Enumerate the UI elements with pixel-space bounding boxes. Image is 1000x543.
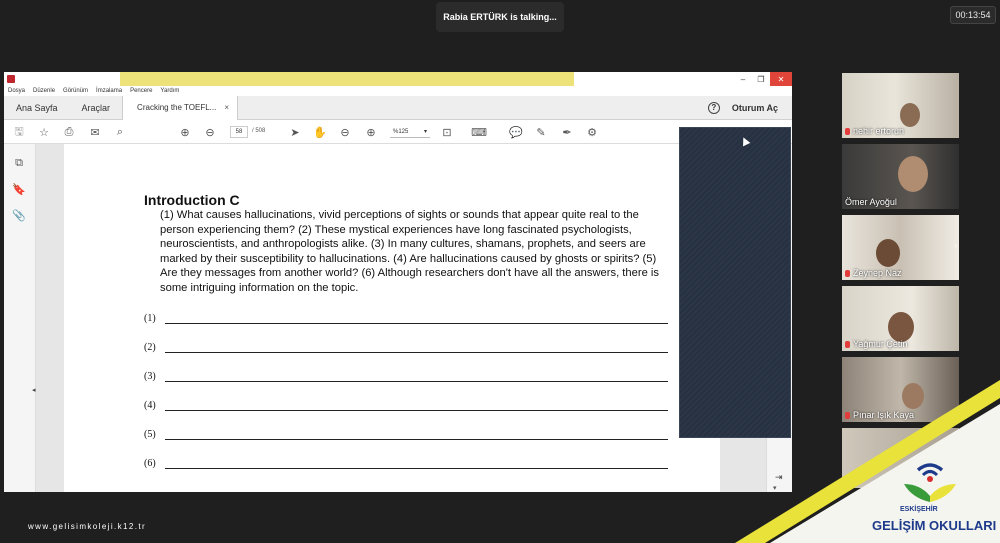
document-viewport[interactable]: Introduction C (1) What causes hallucina… (36, 144, 766, 492)
sign-in-button[interactable]: Oturum Aç (732, 103, 778, 113)
zoom-out-icon[interactable]: ⊖ (338, 125, 352, 139)
highlight-pen-icon[interactable]: ✎ (534, 125, 548, 139)
select-cursor-icon[interactable]: ➤ (288, 125, 302, 139)
menu-window[interactable]: Pencere (130, 88, 152, 94)
section-title: Introduction C (144, 192, 240, 208)
tab-bar: Ana Sayfa Araçlar Cracking the TOEFL... … (4, 95, 792, 120)
participant-name: Ömer Ayoğul (845, 197, 897, 207)
answer-number: (1) (144, 313, 156, 324)
mic-muted-icon (845, 340, 850, 348)
fit-page-icon[interactable]: ⊡ (440, 125, 454, 139)
window-titlebar: – ❐ ✕ (4, 72, 792, 86)
mic-muted-icon (845, 411, 850, 419)
participant-name: Yağmur Çetin (845, 339, 907, 349)
call-timer: 00:13:54 (950, 6, 996, 24)
participant-name: Zeynep Naz (845, 268, 902, 278)
participant-name: Pınar Işık Kaya (845, 410, 914, 420)
close-window-icon[interactable]: ✕ (770, 72, 792, 86)
logo-emblem-icon (904, 463, 956, 502)
close-tab-icon[interactable]: × (224, 103, 229, 112)
left-nav-panel: ⧉ 🔖 📎 ◂ (4, 144, 36, 492)
participant-name: nehir ertorun (845, 126, 904, 136)
tab-document-label: Cracking the TOEFL... (137, 103, 217, 112)
menu-bar: Dosya Düzenle Görünüm İmzalama Pencere Y… (4, 86, 792, 96)
minimize-icon[interactable]: – (734, 72, 752, 86)
pdf-page: Introduction C (1) What causes hallucina… (64, 144, 720, 492)
chevron-right-icon[interactable]: › (954, 241, 957, 250)
tab-tools[interactable]: Araçlar (70, 96, 123, 120)
mail-icon[interactable]: ✉ (88, 125, 102, 139)
zoom-value: %125 (393, 128, 409, 135)
participant-tile[interactable]: Zeynep Naz › (842, 215, 959, 280)
star-icon[interactable]: ☆ (37, 125, 51, 139)
answer-number: (3) (144, 371, 156, 382)
participant-tile[interactable]: Yağmur Çetin (842, 286, 959, 351)
answer-line: (5) (144, 426, 668, 440)
logo-city: ESKİŞEHİR (900, 506, 938, 513)
answer-line: (2) (144, 339, 668, 353)
chevron-down-icon: ▾ (423, 129, 427, 135)
answer-number: (5) (144, 429, 156, 440)
save-icon[interactable]: 🖫 (12, 125, 26, 139)
expand-panel-icon[interactable]: ⇥ (775, 472, 783, 483)
participant-tile[interactable]: Pınar Işık Kaya (842, 357, 959, 422)
scroll-down-icon[interactable]: ▾ (773, 484, 777, 492)
page-down-icon[interactable]: ⊖ (203, 125, 217, 139)
answer-line: (4) (144, 397, 668, 411)
participant-tile[interactable]: nehir ertorun (842, 73, 959, 138)
comment-icon[interactable]: 💬 (509, 125, 523, 139)
menu-help[interactable]: Yardım (160, 88, 179, 94)
help-icon[interactable]: ? (707, 101, 720, 114)
shared-screen-window: – ❐ ✕ Dosya Düzenle Görünüm İmzalama Pen… (4, 72, 792, 492)
answer-number: (6) (144, 458, 156, 469)
sign-pen-icon[interactable]: ✒ (560, 125, 574, 139)
zoom-select[interactable]: %125 ▾ (390, 126, 430, 138)
participant-tile[interactable]: Ömer Ayoğul (842, 144, 959, 209)
page-up-icon[interactable]: ⊕ (178, 125, 192, 139)
school-url: www.gelisimkoleji.k12.tr (28, 522, 147, 531)
menu-view[interactable]: Görünüm (63, 88, 88, 94)
menu-file[interactable]: Dosya (8, 88, 25, 94)
collapse-panel-icon[interactable]: ◂ (32, 386, 36, 394)
answer-line: (6) (144, 455, 668, 469)
keyboard-icon[interactable]: ⌨ (471, 125, 487, 139)
hand-tool-icon[interactable]: ✋ (313, 125, 327, 139)
answer-line: (1) (144, 310, 668, 324)
section-body: (1) What causes hallucinations, vivid pe… (160, 209, 659, 294)
menu-sign[interactable]: İmzalama (96, 88, 122, 94)
bookmark-icon[interactable]: 🔖 (12, 182, 26, 196)
page-total: / 508 (252, 128, 266, 134)
overlay-panel (679, 127, 791, 438)
answer-number: (2) (144, 342, 156, 353)
mic-muted-icon (845, 269, 850, 277)
menu-edit[interactable]: Düzenle (33, 88, 55, 94)
mic-muted-icon (845, 127, 850, 135)
logo-name: GELİŞİM OKULLARI (872, 518, 997, 533)
school-logo: ESKİŞEHİR GELİŞİM OKULLARI (862, 456, 998, 540)
restore-icon[interactable]: ❐ (752, 72, 770, 86)
page-number-input[interactable]: 58 (230, 126, 248, 138)
pdf-toolbar: 🖫 ☆ ⎙ ✉ ⌕ ⊕ ⊖ 58 / 508 ➤ ✋ ⊖ ⊕ %125 ▾ ⊡ ⌨… (4, 120, 792, 144)
print-icon[interactable]: ⎙ (62, 125, 76, 139)
acrobat-icon (7, 75, 15, 83)
pages-icon[interactable]: ⧉ (12, 156, 26, 170)
answer-line: (3) (144, 368, 668, 382)
more-tools-icon[interactable]: ⚙ (585, 125, 599, 139)
speaker-indicator: Rabia ERTÜRK is talking... (436, 2, 564, 32)
video-call-screen: Rabia ERTÜRK is talking... 00:13:54 – ❐ … (0, 0, 1000, 543)
answer-number: (4) (144, 400, 156, 411)
tab-home[interactable]: Ana Sayfa (4, 96, 70, 120)
tab-document[interactable]: Cracking the TOEFL... × (122, 95, 239, 120)
zoom-search-icon[interactable]: ⌕ (113, 125, 127, 139)
attachment-icon[interactable]: 📎 (12, 208, 26, 222)
zoom-in-icon[interactable]: ⊕ (364, 125, 378, 139)
